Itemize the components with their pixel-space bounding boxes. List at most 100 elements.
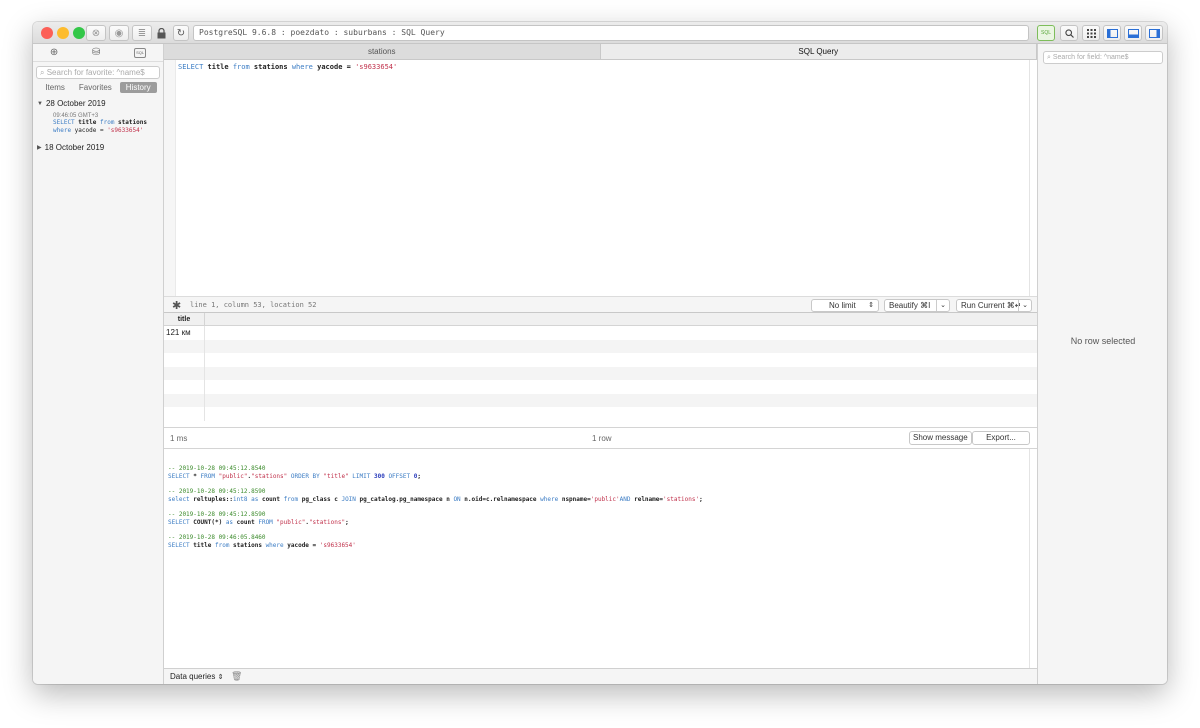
main-content: stations SQL Query SELECT title from sta… [164,44,1037,684]
favorites-search-input[interactable]: ⌕ Search for favorite: ^name$ [36,66,160,79]
sql-text: title [74,119,100,126]
grid-icon [1086,28,1096,38]
database-icon[interactable]: ⛁ [92,47,100,58]
export-button[interactable]: Export... [972,431,1030,445]
cursor-position: line 1, column 53, location 52 [190,301,317,309]
reload-button[interactable]: ↻ [173,25,189,41]
close-window-button[interactable] [41,27,53,39]
zoom-window-button[interactable] [73,27,85,39]
sidebar-tabs: Items Favorites History [33,82,163,93]
grid-header: title [164,313,1037,326]
sql-keyword: from [232,63,250,71]
console-icon: ≣ [137,27,147,39]
close-circle-icon: ⊗ [91,27,101,39]
sql-token: JOIN [341,495,360,503]
toggle-right-panel-button[interactable] [1145,25,1163,41]
log-timestamp-comment: -- 2019-10-28 09:45:12.8590 [168,511,266,518]
run-current-label: Run Current ⌘↵ [961,301,1022,310]
sql-text: yacode = [312,63,356,71]
sidebar-icon-bar: ⊕ ⛁ SQL [33,44,163,62]
no-row-selected-label: No row selected [1070,336,1136,346]
empty-row [164,366,1037,380]
sql-token: 's9633654' [319,541,356,549]
history-group-label: 28 October 2019 [45,99,106,108]
preview-button[interactable]: ◉ [109,25,129,41]
show-message-button[interactable]: Show message [909,431,972,445]
sql-file-icon[interactable]: SQL [134,47,147,58]
search-button[interactable] [1060,25,1078,41]
chevron-down-icon: ⌄ [1018,300,1028,311]
sql-token: "public" [276,518,306,526]
query-log[interactable]: -- 2019-10-28 09:45:12.8540 SELECT * FROM… [164,449,1037,668]
toggle-bottom-panel-button[interactable] [1124,25,1142,41]
sql-token: 300 [373,472,385,480]
history-group-28-october[interactable]: ▼ 28 October 2019 [33,97,163,110]
column-header-title[interactable]: title [164,313,205,326]
disclosure-open-icon: ▼ [37,100,43,107]
sql-token: ON [453,495,465,503]
sql-keyword: where [53,127,72,134]
bottom-panel-icon [1127,28,1139,38]
sql-text: stations [114,119,147,126]
sql-token: nspname= [561,495,591,503]
left-panel-icon [1106,28,1118,38]
editor-status-bar: ✱ line 1, column 53, location 52 No limi… [164,296,1037,313]
tab-items[interactable]: Items [39,82,71,93]
field-search-input[interactable]: ⌕ Search for field: ^name$ [1043,51,1163,64]
favorites-search-placeholder: Search for favorite: ^name$ [46,68,145,77]
table-row[interactable]: 121 км [164,326,1037,340]
sql-string: 's9633654' [107,127,144,134]
history-entry-sql-line1: SELECT title from stations [33,119,163,127]
log-timestamp-comment: -- 2019-10-28 09:45:12.8590 [168,488,266,495]
sql-badge-button[interactable]: SQL [1037,25,1055,41]
sql-token: count [236,518,259,526]
sql-token: FROM [258,518,277,526]
sql-token: ; [699,495,703,503]
minimize-window-button[interactable] [57,27,69,39]
log-timestamp-comment: -- 2019-10-28 09:45:12.8540 [168,465,266,472]
editor-scrollbar[interactable] [1029,60,1037,296]
lock-button[interactable] [155,25,168,41]
empty-cell [164,353,205,367]
editor-line-1[interactable]: SELECT title from stations where yacode … [178,63,397,71]
history-entry[interactable]: 09:46:05 GMT+3 SELECT title from station… [33,113,163,135]
beautify-button[interactable]: Beautify ⌘I ⌄ [884,299,950,312]
sql-token: n.oid=c.relnamespace [464,495,541,503]
sql-text: stations [249,63,292,71]
history-group-18-october[interactable]: ▶ 18 October 2019 [33,141,163,154]
row-detail-panel: ⌕ Search for field: ^name$ No row select… [1037,44,1167,684]
query-time: 1 ms [170,434,188,443]
log-sql: SELECT COUNT(*) as count FROM "public"."… [168,519,349,527]
log-filter-select[interactable]: Data queries ⇕ [170,672,223,681]
tab-sql-query[interactable]: SQL Query [600,44,1037,59]
sql-editor[interactable]: SELECT title from stations where yacode … [164,60,1037,296]
database-plug-icon[interactable]: ⊕ [50,47,58,58]
console-button[interactable]: ≣ [132,25,152,41]
table-cell[interactable]: 121 км [164,326,205,340]
run-current-button[interactable]: Run Current ⌘↵ ⌄ [956,299,1032,312]
log-filter-bar: Data queries ⇕ 🗑 [164,668,1037,684]
tab-stations[interactable]: stations [164,44,601,59]
toggle-left-panel-button[interactable] [1103,25,1121,41]
chevron-down-icon: ⌄ [936,300,946,311]
log-scrollbar[interactable] [1029,449,1037,668]
empty-cell [164,393,205,407]
sql-token: FROM [196,472,219,480]
empty-row [164,353,1037,367]
trash-icon[interactable]: 🗑 [231,671,242,682]
tab-favorites[interactable]: Favorites [73,82,118,93]
apps-button[interactable] [1082,25,1100,41]
disclosure-closed-icon: ▶ [37,145,42,151]
sql-token: as [225,518,237,526]
tab-history[interactable]: History [119,82,157,93]
stepper-icon: ⇕ [868,302,874,309]
close-connection-button[interactable]: ⊗ [86,25,106,41]
connection-title: PostgreSQL 9.6.8 : poezdato : suburbans … [193,25,1029,41]
sql-token: from [283,495,302,503]
results-grid[interactable]: title 121 км [164,313,1037,427]
limit-value: No limit [829,301,856,310]
sql-token: "title" [323,472,349,480]
sql-text: yacode = [71,127,108,134]
limit-select[interactable]: No limit ⇕ [811,299,879,312]
gear-icon[interactable]: ✱ [172,299,181,312]
